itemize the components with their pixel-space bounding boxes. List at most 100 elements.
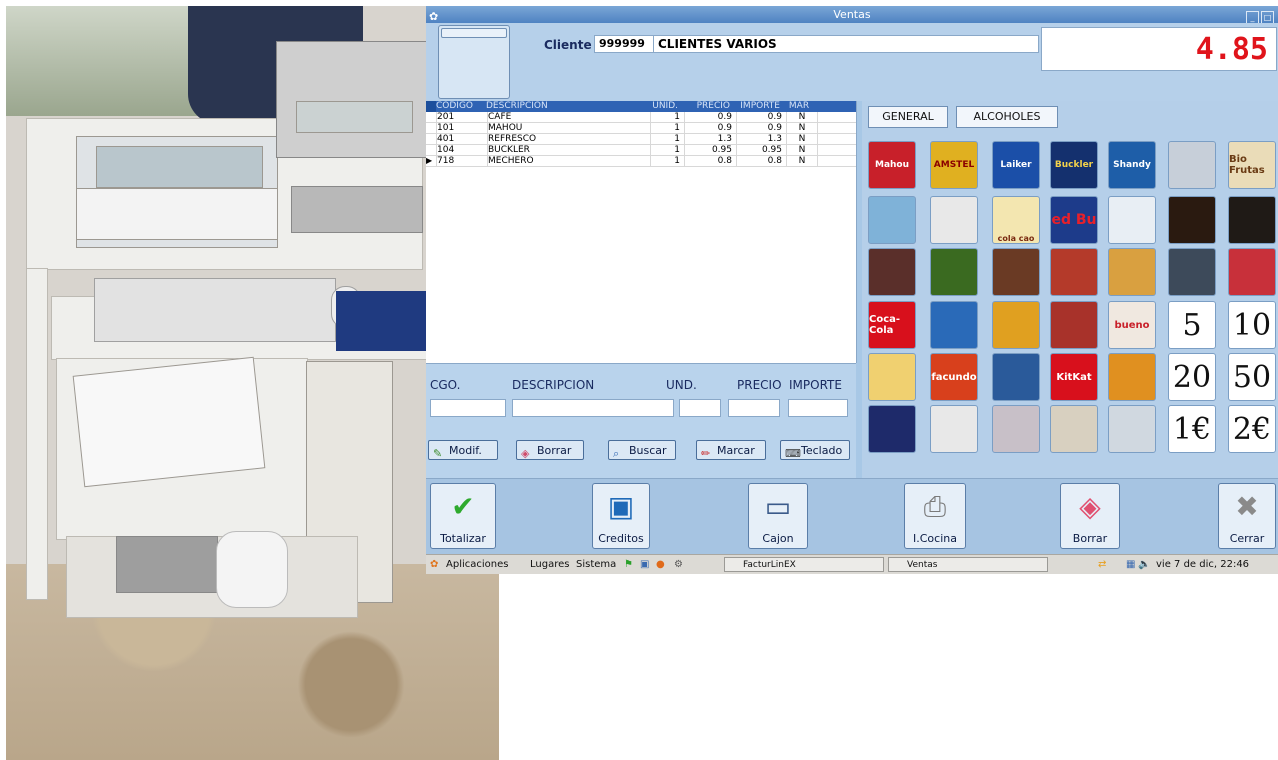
- cerrar-button[interactable]: ✖ Cerrar: [1218, 483, 1276, 549]
- product-biofrutas[interactable]: Bio Frutas: [1228, 141, 1276, 189]
- product-pen[interactable]: [868, 405, 916, 453]
- borrar-entry-button[interactable]: ◈ Borrar: [516, 440, 584, 460]
- table-row[interactable]: ▶ 718 MECHERO 1 0.8 0.8 N: [426, 156, 856, 167]
- und-label: UND.: [666, 378, 697, 392]
- teclado-button[interactable]: ⌨ Teclado: [780, 440, 850, 460]
- creditos-button[interactable]: ▣ Creditos: [592, 483, 650, 549]
- product-kitkat[interactable]: KitKat: [1050, 353, 1098, 401]
- product-milk-jug[interactable]: [1108, 196, 1156, 244]
- product-laiker[interactable]: Laiker: [992, 141, 1040, 189]
- title-bar: ✿ Ventas _ □: [426, 6, 1278, 24]
- col-codigo[interactable]: CODIGO: [436, 101, 486, 112]
- totalizar-button[interactable]: ✔ Totalizar: [430, 483, 496, 549]
- product-espresso[interactable]: [930, 196, 978, 244]
- entry-area: CGO. DESCRIPCION UND. PRECIO IMPORTE ✎ Mo…: [426, 363, 856, 479]
- precio-input[interactable]: [728, 399, 780, 417]
- coin-5[interactable]: 5: [1168, 301, 1216, 349]
- product-facundo[interactable]: facundo: [930, 353, 978, 401]
- product-brandy[interactable]: [992, 248, 1040, 296]
- col-descripcion[interactable]: DESCRIPCION: [486, 101, 648, 112]
- cabinet-side: [26, 268, 48, 600]
- product-chips-bag[interactable]: [930, 301, 978, 349]
- product-cocktail[interactable]: [1108, 248, 1156, 296]
- marcar-button[interactable]: ✏ Marcar: [696, 440, 766, 460]
- printer-device: [116, 536, 218, 593]
- cliente-code-field[interactable]: 999999: [594, 35, 654, 53]
- client-photo-button[interactable]: [438, 25, 510, 99]
- launcher-icon[interactable]: ⚑: [624, 555, 633, 574]
- col-mar[interactable]: MAR: [784, 101, 814, 112]
- coin-10[interactable]: 10: [1228, 301, 1276, 349]
- col-unid[interactable]: UNID.: [648, 101, 682, 112]
- product-red-drink[interactable]: [1050, 248, 1098, 296]
- window-title: Ventas: [833, 8, 871, 21]
- product-candy-bar[interactable]: [1228, 248, 1276, 296]
- cajon-button[interactable]: ▭ Cajon: [748, 483, 808, 549]
- product-wine-label[interactable]: [930, 248, 978, 296]
- product-watch[interactable]: [1168, 248, 1216, 296]
- product-lighter[interactable]: [930, 405, 978, 453]
- importe-input[interactable]: [788, 399, 848, 417]
- product-snack-bar[interactable]: [992, 353, 1040, 401]
- und-input[interactable]: [679, 399, 721, 417]
- firefox-icon[interactable]: ●: [656, 555, 665, 574]
- total-display: 4.85: [1041, 27, 1277, 71]
- product-whisky-bottle[interactable]: [1168, 196, 1216, 244]
- cash-drawer: [291, 186, 423, 233]
- coin-2-euro[interactable]: 2€: [1228, 405, 1276, 453]
- table-row[interactable]: 101 MAHOU 1 0.9 0.9 N: [426, 123, 856, 134]
- product-snack-box[interactable]: [868, 353, 916, 401]
- product-tea[interactable]: [1108, 353, 1156, 401]
- product-wine-glass[interactable]: [868, 248, 916, 296]
- coin-50[interactable]: 50: [1228, 353, 1276, 401]
- coin-20[interactable]: 20: [1168, 353, 1216, 401]
- settings-icon[interactable]: ⚙: [674, 555, 683, 574]
- buscar-button[interactable]: ⌕ Buscar: [608, 440, 676, 460]
- cgo-input[interactable]: [430, 399, 506, 417]
- table-row[interactable]: 401 REFRESCO 1 1.3 1.3 N: [426, 134, 856, 145]
- taskbar: ✿ Aplicaciones Lugares Sistema ⚑ ▣ ● ⚙ F…: [426, 554, 1278, 574]
- menu-lugares[interactable]: Lugares: [530, 555, 569, 574]
- col-importe[interactable]: IMPORTE: [734, 101, 784, 112]
- menu-aplicaciones[interactable]: Aplicaciones: [446, 555, 508, 574]
- taskbar-window-ventas[interactable]: Ventas: [888, 557, 1048, 572]
- paper-sheets: [76, 188, 278, 240]
- col-precio[interactable]: PRECIO: [682, 101, 734, 112]
- tab-general[interactable]: GENERAL: [868, 106, 948, 128]
- product-cans[interactable]: [992, 301, 1040, 349]
- product-water-bottle[interactable]: [1168, 141, 1216, 189]
- product-cigar[interactable]: [1050, 405, 1098, 453]
- product-terrace-table[interactable]: [1108, 405, 1156, 453]
- coin-1-euro[interactable]: 1€: [1168, 405, 1216, 453]
- taskbar-window-facturlinex[interactable]: FacturLinEX: [724, 557, 884, 572]
- terminal-icon[interactable]: ▣: [640, 555, 649, 574]
- product-amstel[interactable]: AMSTEL: [930, 141, 978, 189]
- product-colacao[interactable]: cola cao: [992, 196, 1040, 244]
- product-cocacola[interactable]: Coca-Cola: [868, 301, 916, 349]
- product-coffee-cup[interactable]: [868, 196, 916, 244]
- product-mahou[interactable]: Mahou: [868, 141, 916, 189]
- cliente-name-field[interactable]: CLIENTES VARIOS: [653, 35, 1039, 53]
- product-bueno[interactable]: bueno: [1108, 301, 1156, 349]
- borrar-button[interactable]: ◈ Borrar: [1060, 483, 1120, 549]
- network-icon[interactable]: ⇄: [1098, 555, 1106, 574]
- product-shandy[interactable]: Shandy: [1108, 141, 1156, 189]
- display-icon[interactable]: ▦: [1126, 555, 1135, 574]
- descripcion-input[interactable]: [512, 399, 674, 417]
- table-row[interactable]: 104 BUCKLER 1 0.95 0.95 N: [426, 145, 856, 156]
- product-redbull[interactable]: ed Bu: [1050, 196, 1098, 244]
- icocina-button[interactable]: ⎙ I.Cocina: [904, 483, 966, 549]
- descripcion-label: DESCRIPCION: [512, 378, 595, 392]
- credit-card-icon: ▣: [607, 490, 635, 523]
- clock[interactable]: vie 7 de dic, 22:46: [1156, 555, 1249, 574]
- menu-sistema[interactable]: Sistema: [576, 555, 616, 574]
- product-buckler[interactable]: Buckler: [1050, 141, 1098, 189]
- keyboard: [94, 278, 336, 342]
- modif-button[interactable]: ✎ Modif.: [428, 440, 498, 460]
- product-liquor-bottle[interactable]: [1228, 196, 1276, 244]
- volume-icon[interactable]: 🔈: [1138, 555, 1150, 574]
- tab-alcoholes[interactable]: ALCOHOLES: [956, 106, 1058, 128]
- table-row[interactable]: 201 CAFE 1 0.9 0.9 N: [426, 112, 856, 123]
- product-chocolate-bar[interactable]: [1050, 301, 1098, 349]
- product-newspaper[interactable]: [992, 405, 1040, 453]
